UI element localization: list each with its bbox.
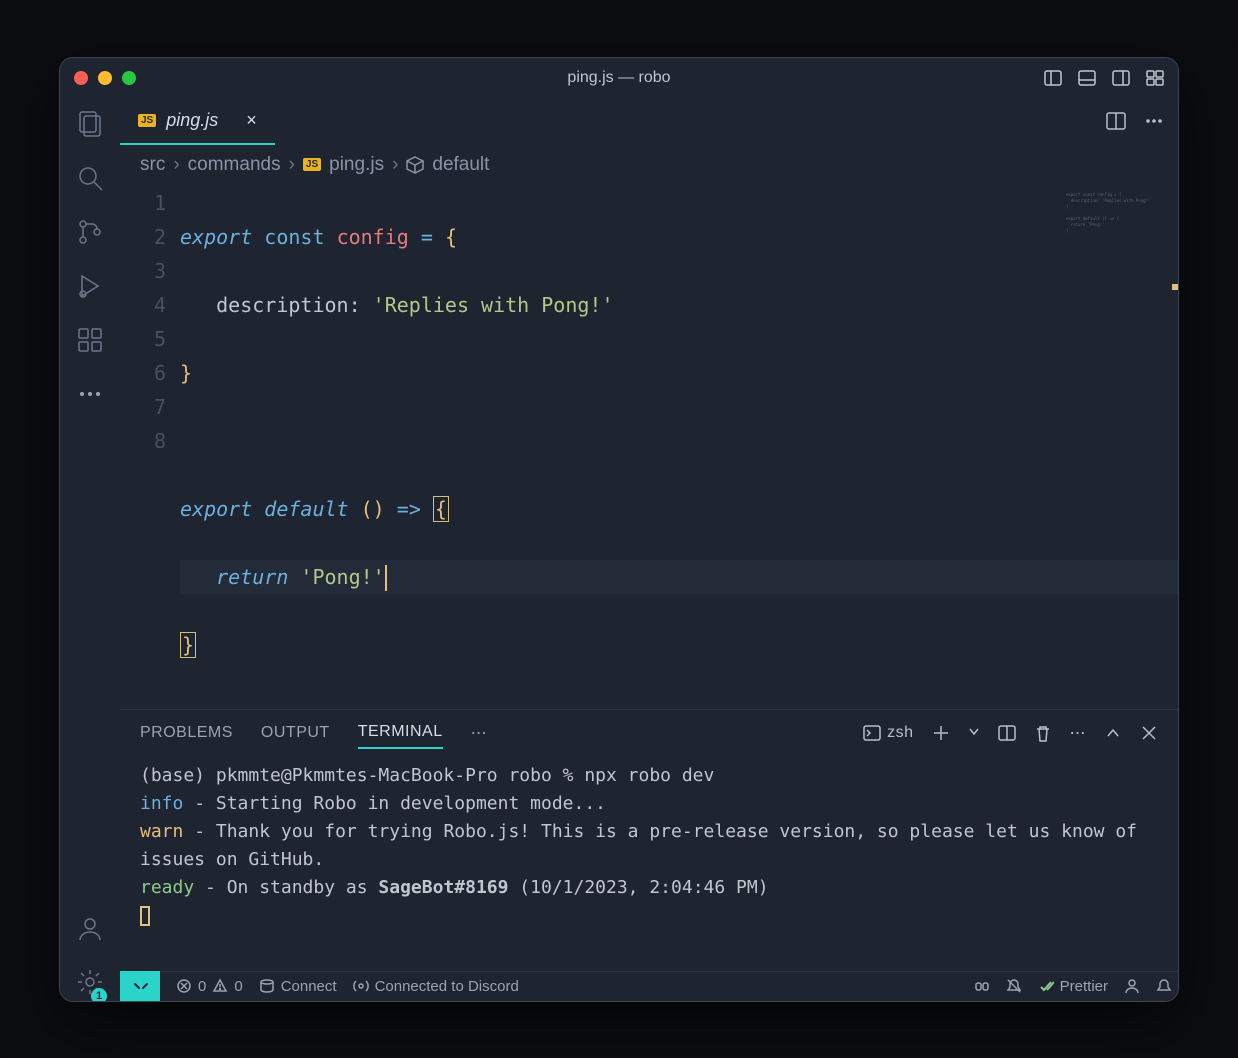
keyword: const (264, 225, 324, 249)
line-number: 8 (120, 424, 166, 458)
status-bar: 0 0 Connect Connected to Discord (120, 971, 1178, 1001)
extensions-icon[interactable] (76, 326, 104, 354)
toggle-panel-icon[interactable] (1078, 69, 1096, 87)
line-number: 5 (120, 322, 166, 356)
code-area[interactable]: export const config = { description: 'Re… (180, 184, 1178, 709)
brace: { (433, 496, 449, 522)
line-number: 6 (120, 356, 166, 390)
broadcast-icon (353, 978, 369, 994)
string: 'Pong!' (300, 565, 384, 589)
breadcrumb-segment[interactable]: ping.js (329, 154, 384, 176)
problems-count[interactable]: 0 0 (176, 978, 243, 995)
settings-button[interactable]: 1 (76, 968, 104, 1001)
main-area: JS ping.js × src › commands › JS ping.js… (120, 98, 1178, 1001)
bell-slash-icon (1006, 978, 1022, 994)
close-tab-icon[interactable]: × (246, 110, 257, 131)
tab-label: ping.js (166, 110, 218, 131)
account-icon[interactable] (76, 914, 104, 942)
minimize-window-button[interactable] (98, 71, 112, 85)
notifications-muted[interactable] (1006, 978, 1022, 994)
line-number: 1 (120, 186, 166, 220)
terminal-line (140, 902, 1158, 930)
editor-body: 1 JS ping.js × src › command (60, 98, 1178, 1001)
string: 'Replies with Pong!' (373, 293, 614, 317)
search-icon[interactable] (76, 164, 104, 192)
js-file-icon: JS (138, 114, 156, 127)
operator: = (421, 225, 433, 249)
customize-layout-icon[interactable] (1146, 69, 1164, 87)
keyword: export (180, 497, 252, 521)
status-connect[interactable]: Connect (259, 978, 337, 995)
breadcrumb-segment[interactable]: src (140, 154, 165, 176)
error-icon (176, 978, 192, 994)
more-actions-icon[interactable] (76, 380, 104, 408)
breadcrumbs[interactable]: src › commands › JS ping.js › default (120, 146, 1178, 184)
toggle-secondary-sidebar-icon[interactable] (1112, 69, 1130, 87)
keyword: export (180, 225, 252, 249)
warning-icon (212, 978, 228, 994)
chevron-right-icon: › (289, 154, 295, 176)
editor[interactable]: 1 2 3 4 5 6 7 8 export const config = { … (120, 184, 1178, 709)
cursor (385, 565, 387, 591)
paren: () (361, 497, 385, 521)
brace: } (180, 632, 196, 658)
arrow: => (397, 497, 421, 521)
source-control-icon[interactable] (76, 218, 104, 246)
bell-icon (1156, 978, 1172, 994)
check-icon (1038, 978, 1054, 994)
gutter: 1 2 3 4 5 6 7 8 (120, 184, 180, 709)
js-file-icon: JS (303, 158, 321, 171)
tab-bar: JS ping.js × (120, 98, 1178, 146)
database-icon (259, 978, 275, 994)
keyword: default (264, 497, 348, 521)
person-icon (1124, 978, 1140, 994)
tab-ping-js[interactable]: JS ping.js × (120, 98, 275, 145)
keyword: return (216, 565, 288, 589)
split-editor-icon[interactable] (1106, 111, 1126, 131)
remote-indicator[interactable] (120, 971, 160, 1001)
symbol-icon (406, 156, 424, 174)
copilot-icon (974, 978, 990, 994)
line-number: 3 (120, 254, 166, 288)
traffic-lights (74, 71, 136, 85)
terminal-line: ready - On standby as SageBot#8169 (10/1… (140, 874, 1158, 902)
more-tab-actions-icon[interactable] (1144, 111, 1164, 131)
maximize-window-button[interactable] (122, 71, 136, 85)
copilot-status[interactable] (974, 978, 990, 994)
brace: } (180, 361, 192, 385)
notifications[interactable] (1156, 978, 1172, 994)
vscode-window: ping.js — robo 1 (59, 57, 1179, 1002)
breadcrumb-segment[interactable]: default (432, 154, 489, 176)
overview-ruler[interactable] (1172, 184, 1178, 709)
line-number: 2 (120, 220, 166, 254)
terminal-cursor (140, 906, 150, 926)
property: description (216, 293, 348, 317)
titlebar: ping.js — robo (60, 58, 1178, 98)
line-number: 4 (120, 288, 166, 322)
toggle-primary-sidebar-icon[interactable] (1044, 69, 1062, 87)
activity-bar: 1 (60, 98, 120, 1001)
identifier: config (337, 225, 409, 249)
window-title: ping.js — robo (567, 69, 670, 87)
brace: { (445, 225, 457, 249)
chevron-right-icon: › (392, 154, 398, 176)
close-window-button[interactable] (74, 71, 88, 85)
explorer-icon[interactable] (76, 110, 104, 138)
terminal-line: warn - Thank you for trying Robo.js! Thi… (140, 818, 1158, 874)
status-discord[interactable]: Connected to Discord (353, 978, 519, 995)
feedback[interactable] (1124, 978, 1140, 994)
titlebar-actions (1044, 69, 1164, 87)
breadcrumb-segment[interactable]: commands (188, 154, 281, 176)
line-number: 7 (120, 390, 166, 424)
colon: : (349, 293, 361, 317)
run-debug-icon[interactable] (76, 272, 104, 300)
settings-badge: 1 (91, 988, 107, 1002)
status-prettier[interactable]: Prettier (1038, 978, 1108, 995)
minimap[interactable]: export const config = { description: 'Re… (1064, 190, 1174, 260)
chevron-right-icon: › (173, 154, 179, 176)
